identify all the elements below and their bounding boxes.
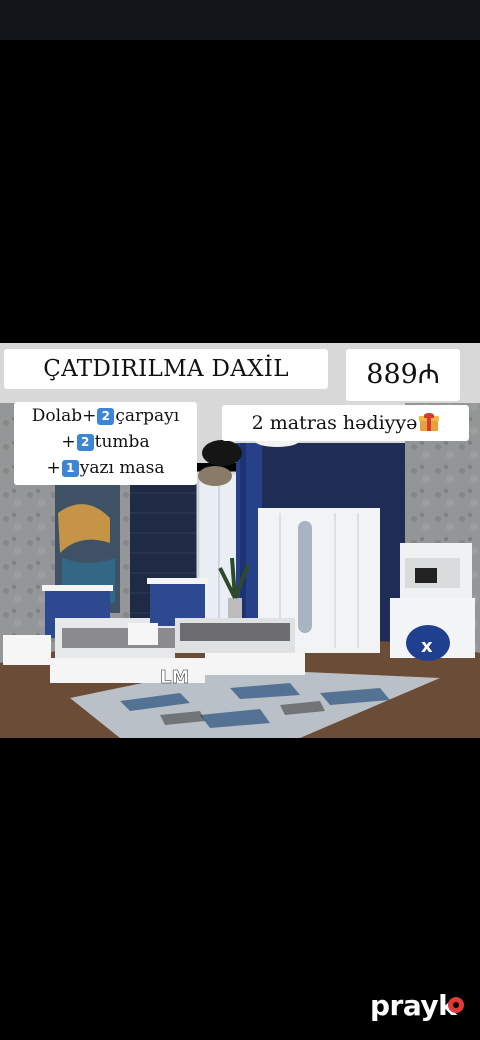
brand-watermark: prayk [370, 989, 457, 1022]
count-badge: 2 [76, 434, 94, 451]
set-line-item: çarpayı [115, 406, 180, 426]
set-contents-label: Dolab+ 2 çarpayı +2 tumba +1 yazı masa [14, 402, 197, 485]
delivery-included-label: ÇATDIRILMA DAXİL [4, 349, 328, 389]
status-bar-strip [0, 0, 480, 40]
gift-icon [419, 413, 440, 431]
count-badge: 2 [97, 408, 115, 425]
set-line-item: yazı masa [79, 458, 165, 478]
gift-mattress-label: 2 matras hədiyyə [222, 405, 469, 441]
set-line-3: +1 yazı masa [14, 455, 197, 481]
set-line-prefix: + [61, 432, 76, 452]
bed-logo-text: LM [160, 667, 189, 688]
count-badge: 1 [61, 460, 79, 477]
gift-label-text: 2 matras hədiyyə [251, 412, 418, 434]
set-line-1: Dolab+ 2 çarpayı [14, 403, 197, 429]
brand-dot-icon [448, 997, 464, 1013]
set-line-2: +2 tumba [14, 429, 197, 455]
set-line-item: tumba [94, 432, 150, 452]
set-line-prefix: + [46, 458, 61, 478]
pouf-mark-text: x [421, 636, 433, 657]
price-label: 889₼ [346, 349, 460, 401]
set-line-prefix: Dolab+ [31, 406, 97, 426]
